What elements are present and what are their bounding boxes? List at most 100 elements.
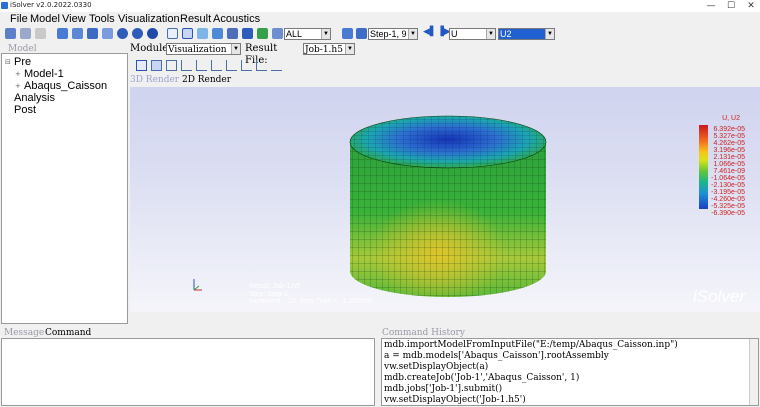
color-legend-bar: [699, 125, 708, 209]
render-viewport[interactable]: U, U2 6.392e-05 5.327e-05 4.262e-05 3.19…: [130, 87, 760, 312]
result-info-step: Step: Step-1,: [249, 290, 290, 298]
legend-value: 2.131e-05: [713, 154, 745, 161]
chevron-down-icon: ▼: [345, 44, 354, 54]
menu-tools[interactable]: Tools: [89, 12, 115, 26]
tree-item-abaqus-caisson[interactable]: Abaqus_Caisson: [24, 80, 107, 92]
print-icon[interactable]: [35, 28, 46, 39]
render-tabs: 3D Render 2D Render: [130, 75, 231, 85]
history-line[interactable]: mdb.importModelFromInputFile("E:/temp/Ab…: [384, 340, 678, 351]
select-icon[interactable]: [227, 28, 238, 39]
mesh-view-icon[interactable]: [182, 28, 193, 39]
menu-result[interactable]: Result: [180, 12, 211, 26]
minimize-button[interactable]: —: [702, 0, 720, 12]
view-fit-icon[interactable]: [147, 28, 158, 39]
axis-xy-icon[interactable]: [181, 60, 192, 71]
expand-icon[interactable]: +: [15, 82, 21, 90]
prev-frame-icon[interactable]: ◀▌: [423, 27, 437, 37]
view-back-icon[interactable]: [117, 28, 128, 39]
legend-value: 1.066e-05: [713, 161, 745, 168]
axis-xz-icon[interactable]: [226, 60, 237, 71]
legend-value: 3.196e-05: [713, 147, 745, 154]
legend-value: -5.325e-05: [711, 203, 745, 210]
app-icon: [1, 2, 8, 9]
tree-item-model-1[interactable]: Model-1: [24, 68, 64, 80]
maximize-button[interactable]: ☐: [722, 0, 740, 12]
legend-value: -2.130e-05: [711, 182, 745, 189]
view-bottom-icon[interactable]: [132, 28, 143, 39]
cube-top-icon[interactable]: [87, 28, 98, 39]
legend-title: U, U2: [722, 115, 740, 122]
axis-yz-icon[interactable]: [196, 60, 207, 71]
menu-bar: File Model View Tools Visualization Resu…: [0, 12, 760, 26]
menu-file[interactable]: File: [10, 12, 28, 26]
field-select[interactable]: U ▼: [449, 28, 496, 40]
axis-yx-icon[interactable]: [256, 60, 267, 71]
pick-icon[interactable]: [242, 28, 253, 39]
caisson-model: [193, 115, 547, 297]
legend-value: 4.262e-05: [713, 140, 745, 147]
title-bar: iSolver v2.0.2022.0330 — ☐ ✕: [0, 0, 760, 12]
menu-model[interactable]: Model: [30, 12, 60, 26]
result-file-select[interactable]: Job-1.h5 ▼: [303, 43, 355, 55]
frame-list-icon[interactable]: [356, 28, 367, 39]
tab-3d-render[interactable]: 3D Render: [130, 75, 179, 85]
history-line[interactable]: vw.setDisplayObject(a): [384, 362, 488, 373]
toolbar: ALL ▼ Step-1, 9 ▼ ◀▌ ▐▶ U ▼ U2 ▼: [0, 26, 760, 42]
filter-select[interactable]: ALL ▼: [284, 28, 331, 40]
result-info-file: Result: Job-1.h5: [249, 283, 300, 290]
shaded-icon[interactable]: [197, 28, 208, 39]
chevron-down-icon: ▼: [321, 29, 330, 39]
first-frame-icon[interactable]: [342, 28, 353, 39]
tree-item-post[interactable]: Post: [14, 104, 36, 116]
wireframe-icon[interactable]: [212, 28, 223, 39]
history-line[interactable]: mdb.jobs['Job-1'].submit(): [384, 384, 502, 395]
menu-view[interactable]: View: [62, 12, 86, 26]
close-button[interactable]: ✕: [742, 0, 760, 12]
command-input-area[interactable]: [1, 338, 375, 406]
legend-value: -4.260e-05: [711, 196, 745, 203]
history-line[interactable]: vw.setDisplayObject('Job-1.h5'): [384, 395, 526, 405]
zoom-icon[interactable]: [166, 60, 177, 71]
history-scrollbar[interactable]: [749, 339, 758, 405]
menu-acoustics[interactable]: Acoustics: [213, 12, 260, 26]
model-tree: ⊟ Pre + Model-1 + Abaqus_Caisson Analysi…: [1, 53, 128, 324]
step-select[interactable]: Step-1, 9 ▼: [368, 28, 418, 40]
contour-icon[interactable]: [257, 28, 268, 39]
axis-iso-icon[interactable]: [271, 60, 282, 71]
cube-front-icon[interactable]: [72, 28, 83, 39]
axis-zx-icon[interactable]: [211, 60, 222, 71]
expand-icon[interactable]: +: [15, 70, 21, 78]
menu-visualization[interactable]: Visualization: [118, 12, 180, 26]
history-line[interactable]: mdb.createJob('Job-1','Abaqus_Caisson', …: [384, 373, 579, 384]
chevron-down-icon: ▼: [486, 29, 495, 39]
tree-item-pre[interactable]: Pre: [14, 56, 31, 68]
legend-value: 5.327e-05: [713, 133, 745, 140]
brand-watermark: iSolver: [693, 287, 745, 306]
cube-side-icon[interactable]: [102, 28, 113, 39]
tab-2d-render[interactable]: 2D Render: [182, 75, 231, 85]
pan-icon[interactable]: [167, 28, 178, 39]
axis-zy-icon[interactable]: [241, 60, 252, 71]
chevron-down-icon: ▼: [231, 44, 240, 54]
result-info-increment: Increment 10: Step Time = 1.000000: [249, 298, 373, 305]
zoom-box-icon[interactable]: [151, 60, 162, 71]
legend-value: 6.392e-05: [713, 126, 745, 133]
component-select[interactable]: U2 ▼: [498, 28, 555, 40]
tree-item-analysis[interactable]: Analysis: [14, 92, 55, 104]
chevron-down-icon: ▼: [545, 29, 554, 39]
history-line[interactable]: a = mdb.models['Abaqus_Caisson'].rootAss…: [384, 351, 609, 362]
open-icon[interactable]: [5, 28, 16, 39]
legend-value: -3.195e-05: [711, 189, 745, 196]
cube-iso-icon[interactable]: [57, 28, 68, 39]
module-select[interactable]: Visualization ▼: [166, 43, 241, 55]
save-icon[interactable]: [20, 28, 31, 39]
collapse-icon[interactable]: ⊟: [5, 58, 11, 66]
axis-triad-icon: [193, 279, 202, 291]
legend-value: -1.064e-05: [711, 175, 745, 182]
legend-value: 7.461e-09: [713, 168, 745, 175]
result-info: Result: Job-1.h5 Step: Step-1, Increment…: [249, 283, 372, 306]
chevron-down-icon: ▼: [408, 29, 417, 39]
rotate-icon[interactable]: [136, 60, 147, 71]
window-title: iSolver v2.0.2022.0330: [10, 1, 92, 9]
deform-icon[interactable]: [272, 28, 283, 39]
